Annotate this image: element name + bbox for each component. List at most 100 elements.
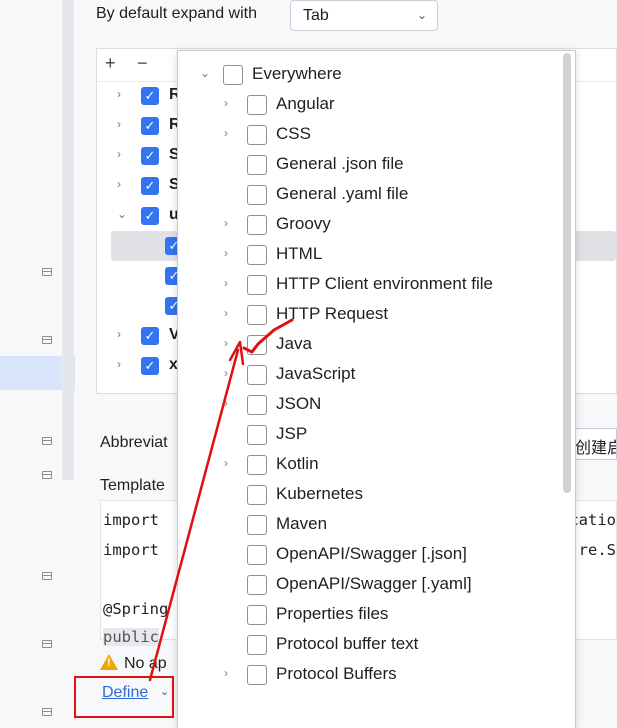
context-item-label: JSP	[276, 424, 308, 443]
context-checkbox[interactable]	[247, 455, 267, 475]
remove-icon[interactable]: −	[137, 53, 148, 74]
context-item[interactable]: › CSS	[178, 120, 561, 150]
context-item-label: Groovy	[276, 214, 331, 233]
chevron-right-icon[interactable]: ›	[224, 306, 228, 320]
collapse-icon[interactable]	[42, 268, 52, 276]
context-checkbox[interactable]	[247, 245, 267, 265]
context-item-label: Java	[276, 334, 312, 353]
collapse-icon[interactable]	[42, 336, 52, 344]
context-checkbox[interactable]	[247, 575, 267, 595]
chevron-right-icon[interactable]: ›	[224, 126, 228, 140]
context-item[interactable]: › Groovy	[178, 210, 561, 240]
annotation-box	[74, 676, 174, 718]
collapse-icon[interactable]	[42, 572, 52, 580]
context-checkbox[interactable]	[247, 665, 267, 685]
chevron-right-icon[interactable]: ›	[224, 456, 228, 470]
context-item-label: Maven	[276, 514, 328, 533]
collapse-icon[interactable]	[42, 640, 52, 648]
chevron-right-icon[interactable]: ›	[117, 87, 121, 101]
checkbox[interactable]: ✓	[141, 207, 159, 225]
context-item[interactable]: › Kotlin	[178, 450, 561, 480]
popup-scrollbar[interactable]	[563, 53, 571, 493]
context-item-label: JavaScript	[276, 364, 356, 383]
context-item[interactable]: › JavaScript	[178, 360, 561, 390]
checkbox[interactable]: ✓	[141, 177, 159, 195]
chevron-right-icon[interactable]: ›	[224, 336, 228, 350]
code-line-tail: re.S	[578, 541, 616, 559]
context-checkbox[interactable]	[247, 635, 267, 655]
collapse-icon[interactable]	[42, 708, 52, 716]
chevron-right-icon[interactable]: ›	[224, 246, 228, 260]
chevron-right-icon[interactable]: ›	[224, 366, 228, 380]
left-scrollbar[interactable]	[62, 0, 74, 480]
code-line-tail: catio	[569, 511, 616, 529]
chevron-right-icon[interactable]: ›	[224, 96, 228, 110]
warning-message: ! No ap	[100, 654, 167, 673]
context-item[interactable]: Protocol buffer text	[178, 630, 561, 660]
code-line: public	[103, 628, 159, 646]
context-item[interactable]: › Protocol Buffers	[178, 660, 561, 690]
context-checkbox[interactable]	[223, 65, 243, 85]
context-item[interactable]: Maven	[178, 510, 561, 540]
context-item[interactable]: › Java	[178, 330, 561, 360]
chevron-right-icon[interactable]: ›	[117, 327, 121, 341]
context-item[interactable]: General .json file	[178, 150, 561, 180]
context-checkbox[interactable]	[247, 395, 267, 415]
chevron-down-icon: ⌄	[416, 8, 427, 22]
context-item-label: JSON	[276, 394, 322, 413]
expand-select[interactable]: Tab ⌄	[290, 0, 438, 31]
context-item[interactable]: Properties files	[178, 600, 561, 630]
context-item-label: CSS	[276, 124, 311, 143]
context-item-label: OpenAPI/Swagger [.json]	[276, 544, 467, 563]
context-checkbox[interactable]	[247, 215, 267, 235]
context-checkbox[interactable]	[247, 515, 267, 535]
context-item[interactable]: OpenAPI/Swagger [.json]	[178, 540, 561, 570]
context-item[interactable]: › HTTP Client environment file	[178, 270, 561, 300]
context-checkbox[interactable]	[247, 185, 267, 205]
chevron-down-icon[interactable]: ⌄	[117, 207, 127, 221]
chevron-right-icon[interactable]: ›	[224, 396, 228, 410]
expand-select-value: Tab	[303, 7, 329, 24]
context-checkbox[interactable]	[247, 155, 267, 175]
context-checkbox[interactable]	[247, 425, 267, 445]
context-item[interactable]: JSP	[178, 420, 561, 450]
context-checkbox[interactable]	[247, 335, 267, 355]
code-line: import	[103, 541, 159, 559]
context-item-label: Everywhere	[252, 64, 342, 83]
chevron-right-icon[interactable]: ›	[117, 147, 121, 161]
context-checkbox[interactable]	[247, 485, 267, 505]
chevron-right-icon[interactable]: ›	[117, 177, 121, 191]
context-item[interactable]: ⌄ Everywhere	[178, 60, 561, 90]
context-item[interactable]: › HTML	[178, 240, 561, 270]
chevron-right-icon[interactable]: ›	[117, 117, 121, 131]
context-checkbox[interactable]	[247, 365, 267, 385]
context-checkbox[interactable]	[247, 305, 267, 325]
checkbox[interactable]: ✓	[141, 87, 159, 105]
context-item[interactable]: › Angular	[178, 90, 561, 120]
context-item[interactable]: › HTTP Request	[178, 300, 561, 330]
checkbox[interactable]: ✓	[141, 117, 159, 135]
checkbox[interactable]: ✓	[141, 327, 159, 345]
context-item-label: OpenAPI/Swagger [.yaml]	[276, 574, 472, 593]
context-item-label: HTTP Request	[276, 304, 389, 323]
context-checkbox[interactable]	[247, 605, 267, 625]
context-item-label: HTML	[276, 244, 323, 263]
chevron-right-icon[interactable]: ›	[224, 216, 228, 230]
chevron-right-icon[interactable]: ›	[117, 357, 121, 371]
add-icon[interactable]: +	[105, 53, 116, 74]
context-item[interactable]: General .yaml file	[178, 180, 561, 210]
chevron-right-icon[interactable]: ›	[224, 276, 228, 290]
context-checkbox[interactable]	[247, 95, 267, 115]
context-checkbox[interactable]	[247, 275, 267, 295]
checkbox[interactable]: ✓	[141, 147, 159, 165]
context-item[interactable]: OpenAPI/Swagger [.yaml]	[178, 570, 561, 600]
chevron-down-icon[interactable]: ⌄	[200, 66, 210, 80]
context-item[interactable]: › JSON	[178, 390, 561, 420]
checkbox[interactable]: ✓	[141, 357, 159, 375]
context-checkbox[interactable]	[247, 545, 267, 565]
collapse-icon[interactable]	[42, 471, 52, 479]
context-item[interactable]: Kubernetes	[178, 480, 561, 510]
collapse-icon[interactable]	[42, 437, 52, 445]
context-checkbox[interactable]	[247, 125, 267, 145]
chevron-right-icon[interactable]: ›	[224, 666, 228, 680]
